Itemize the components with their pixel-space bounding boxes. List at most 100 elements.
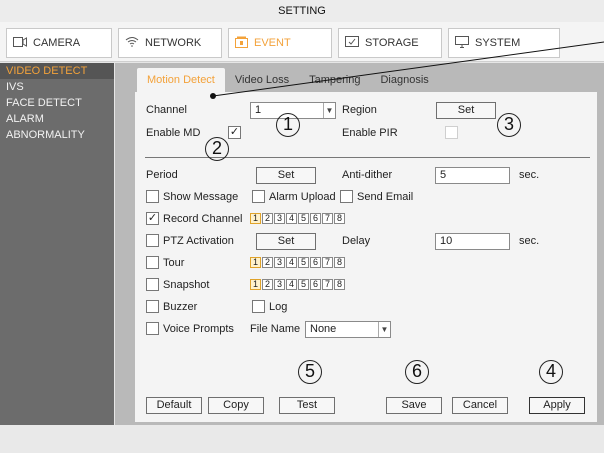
channel-toggle[interactable]: 3 [274,279,285,290]
sidebar-item-ivs[interactable]: IVS [0,79,114,95]
enable-md-label: Enable MD [146,127,201,139]
camera-icon [13,36,27,50]
tab-system-label: SYSTEM [475,37,521,49]
enable-md-checkbox[interactable]: ✓ [228,126,241,139]
record-channel-label: Record Channel [163,213,243,225]
tab-camera[interactable]: CAMERA [6,28,112,58]
channel-toggle[interactable]: 8 [334,279,345,290]
channel-value: 1 [255,104,262,116]
tab-network-label: NETWORK [145,37,202,49]
sidebar-item-abnormality[interactable]: ABNORMALITY [0,127,114,143]
tour-checkbox[interactable] [146,256,159,269]
event-icon [235,36,248,51]
apply-button[interactable]: Apply [529,397,585,414]
settings-window: SETTING CAMERA NETWORK EVENT STORAGE SYS… [0,0,604,453]
tour-label: Tour [163,257,185,269]
copy-button[interactable]: Copy [208,397,264,414]
channel-toggle[interactable]: 1 [250,279,261,290]
test-button[interactable]: Test [279,397,335,414]
buzzer-checkbox[interactable] [146,300,159,313]
log-checkbox[interactable] [252,300,265,313]
channel-toggle[interactable]: 8 [334,213,345,224]
record-channel-selector: 1 2 3 4 5 6 7 8 [250,213,345,224]
voice-prompts-checkbox[interactable] [146,322,159,335]
tab-motion-detect[interactable]: Motion Detect [137,68,225,92]
callout-3: 3 [497,113,521,137]
anti-dither-label: Anti-dither [342,169,393,181]
chevron-down-icon: ▼ [378,322,390,337]
channel-toggle[interactable]: 5 [298,257,309,268]
sidebar: VIDEO DETECT IVS FACE DETECT ALARM ABNOR… [0,63,114,425]
sidebar-item-face-detect[interactable]: FACE DETECT [0,95,114,111]
main-content: Motion Detect Video Loss Tampering Diagn… [115,63,604,425]
monitor-icon [455,35,469,51]
tab-tampering[interactable]: Tampering [299,68,370,92]
save-button[interactable]: Save [386,397,442,414]
sidebar-item-video-detect[interactable]: VIDEO DETECT [0,63,114,79]
ptz-activation-checkbox[interactable] [146,234,159,247]
subtab-bar: Motion Detect Video Loss Tampering Diagn… [137,68,439,92]
file-name-select[interactable]: None ▼ [305,321,391,338]
channel-label: Channel [146,104,187,116]
snapshot-channel-selector: 1 2 3 4 5 6 7 8 [250,279,345,290]
tab-system[interactable]: SYSTEM [448,28,560,58]
channel-toggle[interactable]: 2 [262,279,273,290]
channel-toggle[interactable]: 2 [262,213,273,224]
anti-dither-input[interactable]: 5 [435,167,510,184]
ptz-activation-label: PTZ Activation [163,235,234,247]
tab-storage[interactable]: STORAGE [338,28,442,58]
top-navigation: CAMERA NETWORK EVENT STORAGE SYSTEM [0,22,604,62]
tab-event[interactable]: EVENT [228,28,332,58]
channel-toggle[interactable]: 3 [274,213,285,224]
enable-pir-checkbox[interactable] [445,126,458,139]
show-message-label: Show Message [163,191,239,203]
region-set-button[interactable]: Set [436,102,496,119]
callout-1: 1 [276,113,300,137]
snapshot-checkbox[interactable] [146,278,159,291]
alarm-upload-checkbox[interactable] [252,190,265,203]
anti-dither-unit: sec. [519,169,540,181]
sidebar-item-alarm[interactable]: ALARM [0,111,114,127]
buzzer-label: Buzzer [163,301,198,313]
channel-toggle[interactable]: 5 [298,279,309,290]
channel-toggle[interactable]: 7 [322,257,333,268]
channel-toggle[interactable]: 5 [298,213,309,224]
tour-channel-selector: 1 2 3 4 5 6 7 8 [250,257,345,268]
callout-6: 6 [405,360,429,384]
record-channel-checkbox[interactable]: ✓ [146,212,159,225]
channel-toggle[interactable]: 6 [310,213,321,224]
cancel-button[interactable]: Cancel [452,397,508,414]
channel-toggle[interactable]: 6 [310,257,321,268]
delay-input[interactable]: 10 [435,233,510,250]
channel-toggle[interactable]: 8 [334,257,345,268]
channel-toggle[interactable]: 2 [262,257,273,268]
channel-toggle[interactable]: 7 [322,213,333,224]
channel-toggle[interactable]: 4 [286,213,297,224]
log-label: Log [269,301,288,313]
storage-icon [345,36,359,50]
channel-toggle[interactable]: 4 [286,257,297,268]
tab-event-label: EVENT [254,37,291,49]
period-set-button[interactable]: Set [256,167,316,184]
ptz-set-button[interactable]: Set [256,233,316,250]
channel-toggle[interactable]: 4 [286,279,297,290]
tab-diagnosis[interactable]: Diagnosis [370,68,438,92]
tab-camera-label: CAMERA [33,37,81,49]
show-message-checkbox[interactable] [146,190,159,203]
motion-detect-panel: Channel 1 ▼ Region Set Enable MD ✓ Enabl… [135,92,597,422]
tab-network[interactable]: NETWORK [118,28,222,58]
channel-toggle[interactable]: 3 [274,257,285,268]
send-email-checkbox[interactable] [340,190,353,203]
channel-toggle[interactable]: 1 [250,257,261,268]
snapshot-label: Snapshot [163,279,210,291]
default-button[interactable]: Default [146,397,202,414]
alarm-upload-label: Alarm Upload [269,191,336,203]
channel-toggle[interactable]: 6 [310,279,321,290]
enable-pir-label: Enable PIR [342,127,398,139]
channel-toggle[interactable]: 1 [250,213,261,224]
period-label: Period [146,169,178,181]
chevron-down-icon: ▼ [323,103,335,118]
channel-toggle[interactable]: 7 [322,279,333,290]
file-name-value: None [310,323,337,335]
tab-video-loss[interactable]: Video Loss [225,68,299,92]
